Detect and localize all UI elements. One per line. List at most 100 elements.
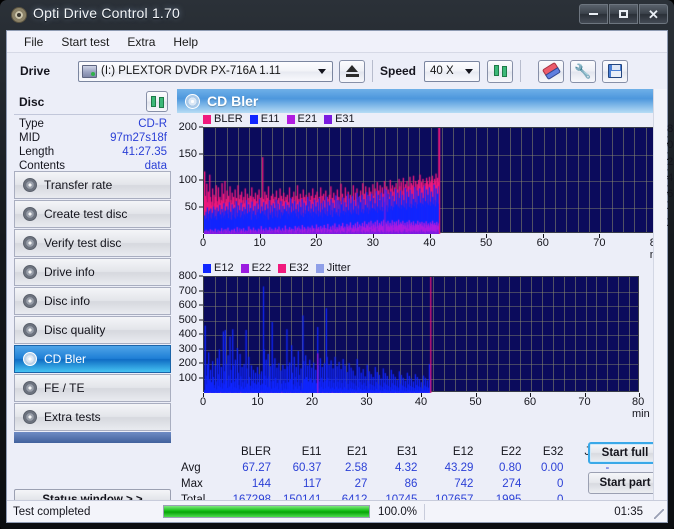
- progress-bar-fill: [164, 506, 369, 517]
- close-button[interactable]: ✕: [639, 4, 668, 24]
- chevron-down-icon[interactable]: [314, 64, 330, 79]
- stats-max-e22: 274: [502, 478, 522, 490]
- page-title: CD Bler: [207, 93, 259, 109]
- x-axis-tick-mark: [639, 393, 640, 397]
- refresh-icon: [493, 64, 508, 78]
- eraser-icon: [541, 61, 561, 81]
- settings-button[interactable]: 🔧: [570, 59, 597, 83]
- start-part-button[interactable]: Start part: [588, 472, 662, 494]
- application-window: Opti Drive Control 1.70 ✕ File Start tes…: [0, 0, 674, 529]
- legend-swatch: [203, 263, 211, 273]
- elapsed-time: 01:35: [614, 505, 643, 518]
- disc-icon: [23, 323, 37, 337]
- x-axis-tick-mark: [259, 234, 261, 238]
- toolbar-divider-1: [372, 60, 373, 82]
- save-button[interactable]: [602, 59, 629, 83]
- legend-entry: E22: [240, 262, 271, 274]
- statistics-table: BLER E11 E21 E31 E12 E22 E32 Jitter Avg: [177, 442, 662, 508]
- menu-extra[interactable]: Extra: [118, 33, 164, 51]
- menu-start-test[interactable]: Start test: [52, 33, 118, 51]
- title-bar[interactable]: Opti Drive Control 1.70 ✕: [0, 0, 674, 30]
- maximize-icon: [619, 10, 628, 18]
- legend-entry: E31: [324, 113, 355, 125]
- legend-label: BLER: [214, 113, 243, 125]
- resize-grip-icon[interactable]: [654, 509, 664, 519]
- speed-select[interactable]: 40 X: [424, 60, 481, 82]
- disc-icon: [23, 381, 37, 395]
- pane-header: CD Bler: [177, 89, 659, 113]
- cd-bler-chart-bottom[interactable]: E12 E22 E32 Jitter 100 200 300 400 500 600 700 800…: [177, 262, 659, 422]
- sidebar-item-label: Transfer rate: [44, 178, 113, 192]
- stats-avg-e31: 4.32: [394, 462, 418, 474]
- status-bar: Test completed 100.0% 01:35: [7, 500, 667, 522]
- content-area: CD Bler BLER E11 E21 E31 50 100 150 200 0 10 20 30…: [177, 89, 674, 519]
- sidebar-item-transfer-rate[interactable]: Transfer rate: [14, 171, 171, 199]
- y-axis-tick-label: 200: [178, 357, 197, 369]
- sidebar-item-verify-test-disc[interactable]: Verify test disc: [14, 229, 171, 257]
- y-axis-tick-label: 800: [178, 270, 197, 282]
- cd-bler-chart-top[interactable]: BLER E11 E21 E31 50 100 150 200 0 10 20 30 40 50 60 70…: [177, 113, 674, 263]
- stats-max-e12: 742: [454, 478, 474, 490]
- sidebar-item-cd-bler[interactable]: CD Bler: [14, 345, 171, 373]
- chart-bottom-plot-area: [203, 276, 640, 393]
- stats-row-label-avg: Avg: [181, 462, 201, 474]
- disc-info-row-type: Type CD-R: [14, 117, 171, 131]
- menu-file[interactable]: File: [15, 33, 52, 51]
- disc-type-label: Type: [19, 118, 44, 130]
- stats-avg-e22: 0.80: [498, 462, 522, 474]
- y-axis-tick-mark: [199, 206, 203, 207]
- x-axis-tick-mark: [530, 393, 531, 397]
- sidebar-item-extra-tests[interactable]: Extra tests: [14, 403, 171, 431]
- drive-icon: [82, 64, 97, 78]
- sidebar-item-label: Disc quality: [44, 323, 106, 337]
- drive-select[interactable]: (I:) PLEXTOR DVDR PX-716A 1.11: [78, 60, 333, 82]
- legend-label: E21: [297, 113, 318, 125]
- stats-col-e31: E31: [396, 446, 418, 458]
- y-axis-tick-label: 700: [178, 284, 197, 297]
- maximize-button[interactable]: [609, 4, 638, 24]
- sidebar-item-drive-info[interactable]: Drive info: [14, 258, 171, 286]
- clear-button[interactable]: [538, 59, 565, 83]
- x-axis-tick-label: 0: [199, 396, 207, 408]
- legend-label: E11: [260, 113, 280, 125]
- wrench-icon: 🔧: [574, 63, 592, 79]
- stats-row-label-max: Max: [181, 478, 203, 490]
- chart-bottom-legend: E12 E22 E32 Jitter: [203, 262, 356, 274]
- start-full-button[interactable]: Start full: [588, 442, 662, 464]
- disc-icon: [23, 178, 37, 192]
- disc-icon: [23, 265, 37, 279]
- x-axis-tick-mark: [486, 234, 488, 238]
- progress-bar: [163, 505, 370, 518]
- refresh-button[interactable]: [487, 59, 514, 83]
- sidebar-item-create-test-disc[interactable]: Create test disc: [14, 200, 171, 228]
- y-axis-tick-mark: [199, 348, 203, 349]
- toolbar-divider-2: [520, 60, 522, 82]
- minimize-icon: [589, 13, 598, 15]
- y-axis-tick-mark: [199, 362, 203, 364]
- legend-swatch: [240, 263, 249, 273]
- disc-type-value: CD-R: [138, 118, 167, 130]
- vertical-scrollbar[interactable]: [653, 89, 667, 519]
- legend-swatch: [286, 114, 295, 124]
- disc-mid-label: MID: [19, 132, 41, 144]
- y-axis-tick-mark: [199, 126, 203, 128]
- disc-icon: [23, 352, 37, 366]
- chart-top-plot-area: [203, 127, 657, 234]
- legend-entry: E32: [278, 262, 309, 274]
- x-axis-tick-label: 40: [423, 237, 436, 249]
- disc-refresh-button[interactable]: [146, 91, 168, 112]
- eject-button[interactable]: [339, 59, 365, 83]
- x-axis-tick-mark: [257, 393, 259, 397]
- sidebar-item-disc-info[interactable]: Disc info: [14, 287, 171, 315]
- x-axis-tick-label: 70: [578, 396, 591, 408]
- sidebar-item-disc-quality[interactable]: Disc quality: [14, 316, 171, 344]
- x-axis-tick-label: 50: [480, 237, 493, 249]
- chevron-down-icon[interactable]: [461, 64, 477, 79]
- menu-help[interactable]: Help: [164, 33, 207, 51]
- sidebar-item-fe-te[interactable]: FE / TE: [14, 374, 171, 402]
- disc-mid-value: 97m27s18f: [110, 132, 167, 144]
- disc-header-label: Disc: [19, 94, 45, 109]
- minimize-button[interactable]: [579, 4, 608, 24]
- table-row: Avg 67.27 60.37 2.58 4.32 43.29 0.80 0.0…: [177, 460, 615, 476]
- legend-entry: E21: [286, 113, 318, 125]
